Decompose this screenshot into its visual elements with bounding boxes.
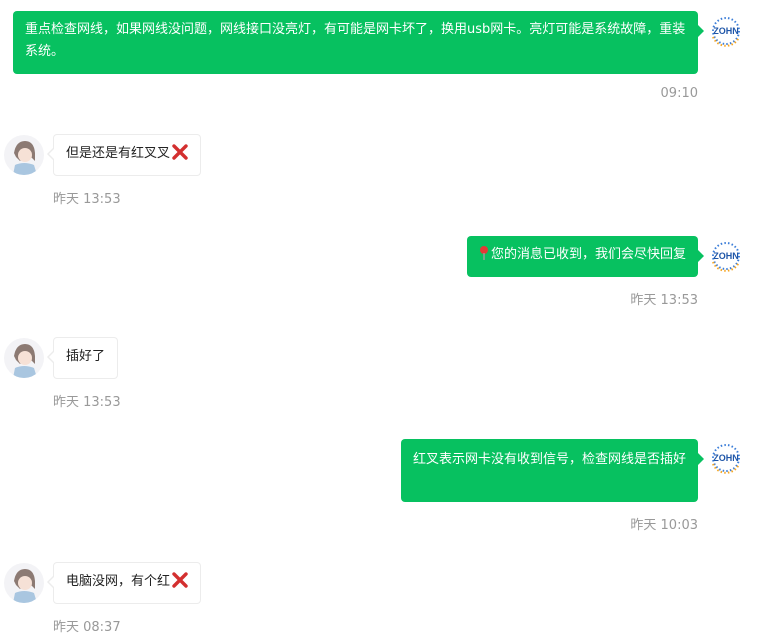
agent-logo-text: ZOHN bbox=[713, 26, 739, 36]
message-text: 插好了 bbox=[66, 349, 106, 364]
user-message-bubble[interactable]: 但是还是有红叉叉 bbox=[46, 134, 202, 176]
user-avatar[interactable] bbox=[4, 135, 44, 175]
agent-avatar[interactable]: ZOHN bbox=[706, 438, 746, 478]
message-timestamp: 昨天 13:53 bbox=[53, 395, 121, 410]
pin-icon bbox=[479, 246, 489, 268]
message-timestamp: 昨天 08:37 bbox=[53, 620, 121, 635]
user-avatar[interactable] bbox=[4, 563, 44, 603]
message-text: 红叉表示网卡没有收到信号，检查网线是否插好 bbox=[412, 452, 686, 467]
message-timestamp: 昨天 13:53 bbox=[630, 293, 698, 308]
chat-window: 重点检查网线，如果网线没问题，网线接口没亮灯，有可能是网卡坏了，换用usb网卡。… bbox=[0, 0, 761, 637]
message-timestamp: 09:10 bbox=[660, 86, 698, 101]
agent-logo-text: ZOHN bbox=[713, 251, 739, 261]
agent-message-bubble[interactable]: 重点检查网线，如果网线没问题，网线接口没亮灯，有可能是网卡坏了，换用usb网卡。… bbox=[13, 11, 704, 74]
user-avatar[interactable] bbox=[4, 338, 44, 378]
message-timestamp: 昨天 10:03 bbox=[630, 518, 698, 533]
message-text: 您的消息已收到，我们会尽快回复 bbox=[490, 247, 686, 262]
message-text: 重点检查网线，如果网线没问题，网线接口没亮灯，有可能是网卡坏了，换用usb网卡。… bbox=[25, 22, 686, 59]
agent-message-bubble[interactable]: 您的消息已收到，我们会尽快回复 bbox=[466, 236, 705, 277]
user-message-bubble[interactable]: 电脑没网，有个红 bbox=[46, 562, 202, 604]
cross-mark-icon bbox=[172, 572, 188, 596]
user-message-bubble[interactable]: 插好了 bbox=[46, 337, 119, 379]
cross-mark-icon bbox=[172, 144, 188, 168]
agent-message-bubble[interactable]: 红叉表示网卡没有收到信号，检查网线是否插好 bbox=[400, 439, 705, 502]
message-text: 电脑没网，有个红 bbox=[66, 574, 171, 589]
agent-avatar[interactable]: ZOHN bbox=[706, 11, 746, 51]
message-timestamp: 昨天 13:53 bbox=[53, 192, 121, 207]
agent-logo-text: ZOHN bbox=[713, 453, 739, 463]
agent-avatar[interactable]: ZOHN bbox=[706, 236, 746, 276]
message-text: 但是还是有红叉叉 bbox=[66, 146, 171, 161]
